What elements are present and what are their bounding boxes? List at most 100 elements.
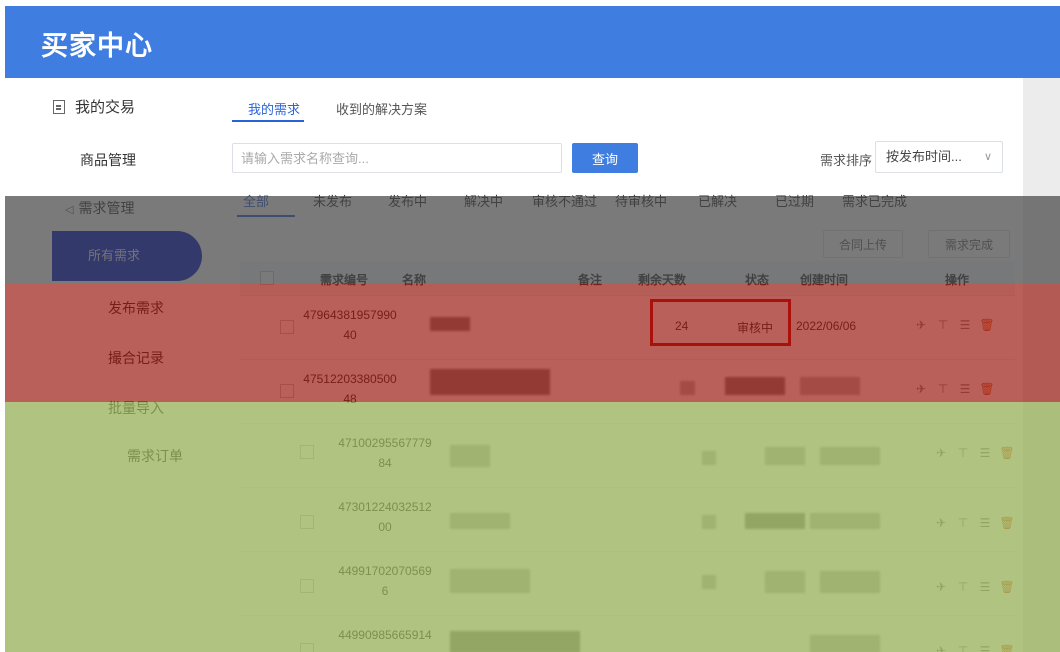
row-checkbox[interactable] [300, 445, 314, 459]
status-tab-all[interactable]: 全部 [243, 191, 269, 210]
note-icon[interactable]: ☰ [977, 446, 993, 460]
trash-icon[interactable]: 🗑 [999, 644, 1015, 652]
sort-label: 需求排序 [820, 153, 873, 168]
tab-received-solutions[interactable]: 收到的解决方案 [336, 99, 427, 118]
status-tab-underline [237, 215, 295, 217]
redacted-name [450, 513, 510, 529]
sort-select[interactable]: 按发布时间... ∨ [875, 141, 1003, 173]
status-tab-pending-review[interactable]: 待审核中 [615, 191, 667, 210]
redacted-status [725, 377, 785, 395]
redacted-name [430, 369, 550, 395]
trash-icon[interactable]: 🗑 [979, 318, 995, 332]
pin-top-icon[interactable]: ⊤ [955, 516, 971, 530]
status-tab-publishing[interactable]: 发布中 [388, 191, 427, 210]
chevron-down-icon: ∨ [983, 151, 992, 163]
row-checkbox[interactable] [280, 320, 294, 334]
tab-underline [232, 120, 304, 122]
complete-demand-button[interactable]: 需求完成 [928, 230, 1010, 258]
send-icon[interactable]: ✈ [913, 382, 929, 396]
col-name: 名称 [402, 273, 427, 287]
redacted-name [450, 569, 530, 593]
status-tab-unpublished[interactable]: 未发布 [313, 191, 352, 210]
status-tab-expired[interactable]: 已过期 [775, 191, 814, 210]
table-row: 47301224032512 00 ✈ ⊤ ☰ 🗑 [240, 487, 1015, 552]
pin-top-icon[interactable]: ⊤ [935, 318, 951, 332]
col-actions: 操作 [945, 273, 970, 287]
table-row: 44991702070569 6 ✈ ⊤ ☰ 🗑 [240, 551, 1015, 616]
sidebar-heading-label: 我的交易 [75, 99, 136, 116]
row-checkbox[interactable] [280, 384, 294, 398]
status-tab-rejected[interactable]: 审核不通过 [532, 191, 597, 210]
redacted-days [702, 575, 716, 589]
pin-top-icon[interactable]: ⊤ [955, 446, 971, 460]
sidebar-item-batch-import[interactable]: 批量导入 [108, 398, 164, 418]
row-id: 44990985665914 [338, 628, 432, 642]
row-checkbox[interactable] [300, 579, 314, 593]
sidebar-item-demand-orders[interactable]: 需求订单 [127, 446, 183, 466]
redacted-name [430, 317, 470, 331]
pin-top-icon[interactable]: ⊤ [955, 580, 971, 594]
row-ops: ✈ ⊤ ☰ 🗑 [933, 445, 1021, 460]
table-header: 需求编号 名称 备注 剩余天数 状态 创建时间 操作 [240, 261, 1015, 296]
row-id: 44991702070569 6 [338, 564, 432, 598]
redacted-name [450, 631, 580, 652]
note-icon[interactable]: ☰ [977, 644, 993, 652]
row-ops: ✈ ⊤ ☰ 🗑 [933, 579, 1021, 594]
send-icon[interactable]: ✈ [913, 318, 929, 332]
status-tab-completed[interactable]: 需求已完成 [842, 191, 907, 210]
search-box [232, 143, 562, 173]
row-ops: ✈ ⊤ ☰ 🗑 [933, 643, 1021, 652]
note-icon[interactable]: ☰ [977, 516, 993, 530]
send-icon[interactable]: ✈ [933, 516, 949, 530]
col-days-left: 剩余天数 [638, 273, 687, 287]
pin-top-icon[interactable]: ⊤ [955, 644, 971, 652]
sort-select-value: 按发布时间... [886, 149, 962, 164]
row-ops: ✈ ⊤ ☰ 🗑 [933, 515, 1021, 530]
row-ops: ✈ ⊤ ☰ 🗑 [913, 317, 1001, 332]
note-icon[interactable]: ☰ [977, 580, 993, 594]
status-tab-solved[interactable]: 已解决 [698, 191, 737, 210]
row-checkbox[interactable] [300, 515, 314, 529]
status-filter-tabs: 全部 未发布 发布中 解决中 审核不通过 待审核中 已解决 已过期 需求已完成 [5, 191, 1023, 219]
row-checkbox[interactable] [300, 643, 314, 652]
redacted-created [820, 571, 880, 593]
note-icon[interactable]: ☰ [957, 318, 973, 332]
send-icon[interactable]: ✈ [933, 446, 949, 460]
note-icon[interactable]: ☰ [957, 382, 973, 396]
query-button[interactable]: 查询 [572, 143, 638, 173]
row-created: 2022/06/06 [796, 319, 857, 333]
trash-icon[interactable]: 🗑 [999, 580, 1015, 594]
redacted-status [765, 571, 805, 593]
redacted-days [702, 451, 716, 465]
trash-icon[interactable]: 🗑 [999, 446, 1015, 460]
sidebar-item-all-demands[interactable]: 所有需求 [52, 231, 202, 281]
document-icon [53, 100, 65, 114]
sidebar-item-goods[interactable]: 商品管理 [80, 150, 136, 170]
redacted-days [702, 515, 716, 529]
send-icon[interactable]: ✈ [933, 644, 949, 652]
pin-top-icon[interactable]: ⊤ [935, 382, 951, 396]
redacted-created [800, 377, 860, 395]
table-row: 47100295567779 84 ✈ ⊤ ☰ 🗑 [240, 423, 1015, 488]
search-input[interactable] [233, 144, 561, 172]
redacted-status [745, 513, 805, 529]
select-all-checkbox[interactable] [260, 271, 274, 285]
status-highlight-box [650, 299, 791, 346]
sidebar-item-publish[interactable]: 发布需求 [108, 298, 164, 318]
row-id: 47301224032512 00 [338, 500, 432, 534]
trash-icon[interactable]: 🗑 [999, 516, 1015, 530]
col-status: 状态 [745, 273, 770, 287]
table-row: 47964381957990 40 24 审核中 2022/06/06 ✈ ⊤ ☰ 🗑 [240, 295, 1015, 360]
contract-upload-button[interactable]: 合同上传 [823, 230, 903, 258]
send-icon[interactable]: ✈ [933, 580, 949, 594]
sidebar-item-match-records[interactable]: 撮合记录 [108, 348, 164, 368]
col-created: 创建时间 [800, 273, 849, 287]
col-id: 需求编号 [320, 273, 369, 287]
trash-icon[interactable]: 🗑 [979, 382, 995, 396]
tab-my-demands[interactable]: 我的需求 [248, 99, 300, 118]
redacted-created [820, 447, 880, 465]
row-id: 47512203380500 48 [303, 372, 397, 406]
col-remark: 备注 [578, 273, 603, 287]
row-id: 47100295567779 84 [338, 436, 432, 470]
status-tab-solving[interactable]: 解决中 [464, 191, 503, 210]
